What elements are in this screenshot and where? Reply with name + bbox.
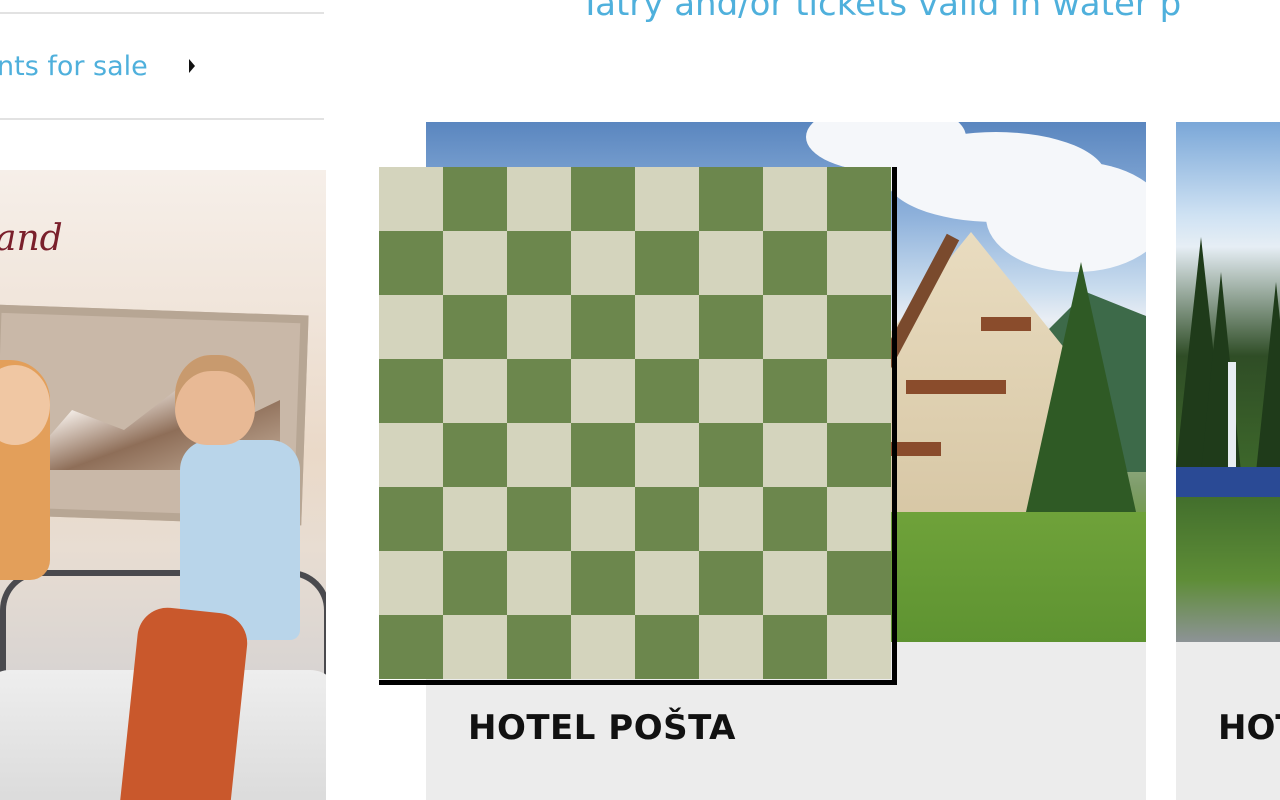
square-g8[interactable]: [763, 167, 827, 231]
square-c4[interactable]: [507, 423, 571, 487]
square-g1[interactable]: [763, 615, 827, 679]
promo-logo: and: [0, 218, 63, 259]
square-h8[interactable]: [827, 167, 891, 231]
square-f2[interactable]: [699, 551, 763, 615]
square-a7[interactable]: [379, 231, 443, 295]
square-f6[interactable]: [699, 295, 763, 359]
square-f5[interactable]: [699, 359, 763, 423]
square-b7[interactable]: [443, 231, 507, 295]
square-a3[interactable]: [379, 487, 443, 551]
square-g2[interactable]: [763, 551, 827, 615]
square-d7[interactable]: [571, 231, 635, 295]
promo-blanket: [119, 604, 251, 800]
square-e6[interactable]: [635, 295, 699, 359]
square-d5[interactable]: [571, 359, 635, 423]
square-c3[interactable]: [507, 487, 571, 551]
square-d1[interactable]: [571, 615, 635, 679]
promo-boy-head: [175, 355, 255, 445]
square-f1[interactable]: [699, 615, 763, 679]
slope-fence: [1176, 467, 1280, 497]
square-a5[interactable]: [379, 359, 443, 423]
balcony: [906, 380, 1006, 394]
square-b8[interactable]: [443, 167, 507, 231]
square-d4[interactable]: [571, 423, 635, 487]
square-b2[interactable]: [443, 551, 507, 615]
square-f4[interactable]: [699, 423, 763, 487]
square-c2[interactable]: [507, 551, 571, 615]
square-a8[interactable]: [379, 167, 443, 231]
square-c6[interactable]: [507, 295, 571, 359]
square-b4[interactable]: [443, 423, 507, 487]
square-h6[interactable]: [827, 295, 891, 359]
square-d6[interactable]: [571, 295, 635, 359]
square-d3[interactable]: [571, 487, 635, 551]
hotel-card-title: HOT: [1218, 708, 1280, 748]
square-a4[interactable]: [379, 423, 443, 487]
section-heading: Tatry and/or tickets valid in water p: [580, 0, 1182, 24]
sidebar-item-label: nts for sale: [0, 50, 148, 82]
sidebar-item-events-for-sale[interactable]: nts for sale: [0, 14, 324, 118]
square-e8[interactable]: [635, 167, 699, 231]
square-g3[interactable]: [763, 487, 827, 551]
square-b5[interactable]: [443, 359, 507, 423]
square-h2[interactable]: [827, 551, 891, 615]
hotel-card-second[interactable]: HOT: [1176, 122, 1280, 800]
chessboard: [379, 167, 897, 685]
square-g4[interactable]: [763, 423, 827, 487]
square-e7[interactable]: [635, 231, 699, 295]
pine-tree: [1256, 282, 1280, 472]
promo-image[interactable]: and: [0, 170, 326, 800]
caret-right-icon: [189, 59, 195, 73]
square-a6[interactable]: [379, 295, 443, 359]
square-h4[interactable]: [827, 423, 891, 487]
square-c5[interactable]: [507, 359, 571, 423]
sidebar-divider-bottom: [0, 118, 324, 120]
square-b3[interactable]: [443, 487, 507, 551]
square-a2[interactable]: [379, 551, 443, 615]
square-f3[interactable]: [699, 487, 763, 551]
square-c7[interactable]: [507, 231, 571, 295]
square-c8[interactable]: [507, 167, 571, 231]
square-c1[interactable]: [507, 615, 571, 679]
square-e2[interactable]: [635, 551, 699, 615]
square-h5[interactable]: [827, 359, 891, 423]
square-h7[interactable]: [827, 231, 891, 295]
balcony: [891, 442, 941, 456]
square-f8[interactable]: [699, 167, 763, 231]
square-e4[interactable]: [635, 423, 699, 487]
square-d2[interactable]: [571, 551, 635, 615]
square-e1[interactable]: [635, 615, 699, 679]
square-h3[interactable]: [827, 487, 891, 551]
square-e3[interactable]: [635, 487, 699, 551]
square-f7[interactable]: [699, 231, 763, 295]
hotel-photo: [1176, 122, 1280, 642]
square-e5[interactable]: [635, 359, 699, 423]
square-g7[interactable]: [763, 231, 827, 295]
balcony: [981, 317, 1031, 331]
square-g6[interactable]: [763, 295, 827, 359]
square-b6[interactable]: [443, 295, 507, 359]
hotel-card-title: HOTEL POŠTA: [468, 708, 736, 748]
square-b1[interactable]: [443, 615, 507, 679]
cloud-shape: [986, 162, 1146, 272]
square-d8[interactable]: [571, 167, 635, 231]
square-h1[interactable]: [827, 615, 891, 679]
square-a1[interactable]: [379, 615, 443, 679]
square-g5[interactable]: [763, 359, 827, 423]
